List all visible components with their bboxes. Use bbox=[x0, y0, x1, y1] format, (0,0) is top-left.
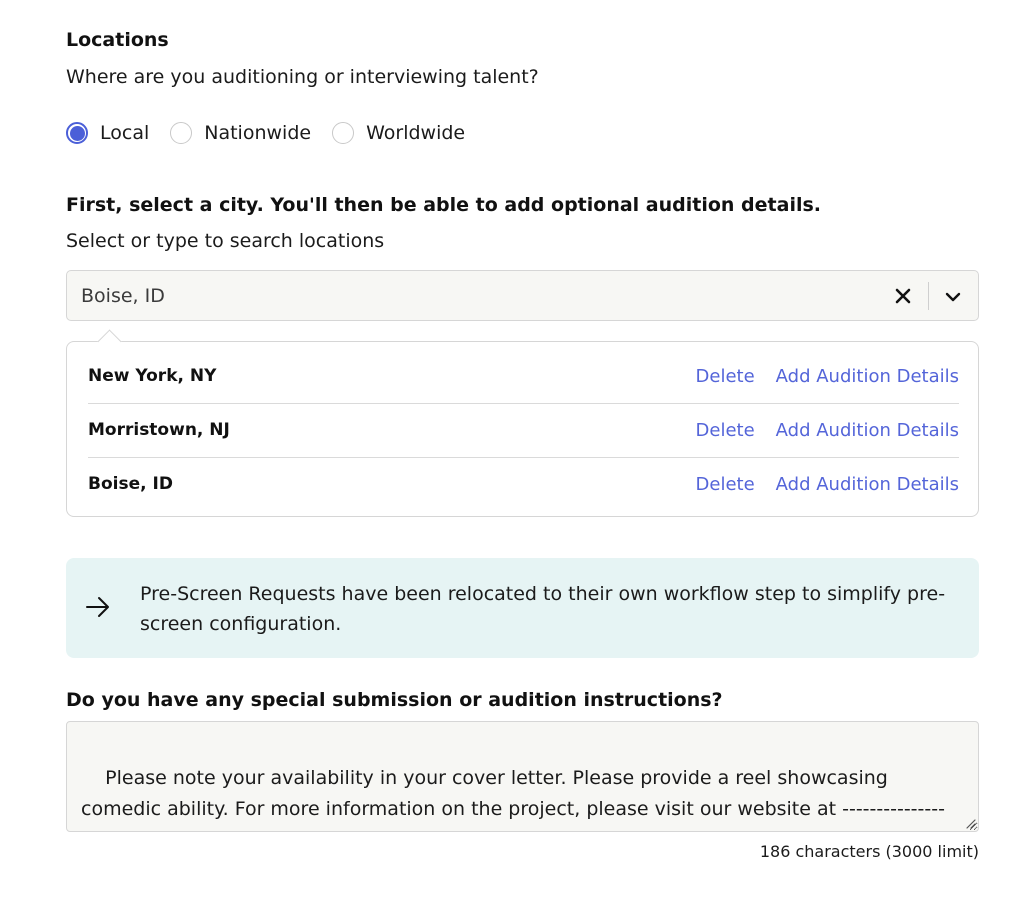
add-audition-details-link[interactable]: Add Audition Details bbox=[776, 420, 959, 441]
location-select-value[interactable]: Boise, ID bbox=[81, 285, 165, 307]
radio-label: Local bbox=[100, 122, 150, 144]
delete-location-link[interactable]: Delete bbox=[696, 474, 755, 495]
location-actions: Delete Add Audition Details bbox=[696, 420, 959, 441]
location-name: Morristown, NJ bbox=[88, 420, 230, 440]
add-audition-details-link[interactable]: Add Audition Details bbox=[776, 366, 959, 387]
instructions-heading: Do you have any special submission or au… bbox=[66, 689, 723, 711]
info-banner: Pre-Screen Requests have been relocated … bbox=[66, 558, 979, 658]
radio-label: Worldwide bbox=[366, 122, 466, 144]
radio-unchecked-icon[interactable] bbox=[332, 122, 355, 144]
radio-unchecked-icon[interactable] bbox=[170, 122, 193, 144]
list-item: Morristown, NJ Delete Add Audition Detai… bbox=[88, 403, 959, 458]
location-name: New York, NY bbox=[88, 366, 217, 386]
location-name: Boise, ID bbox=[88, 474, 173, 494]
clear-icon[interactable] bbox=[894, 287, 912, 305]
delete-location-link[interactable]: Delete bbox=[696, 420, 755, 441]
list-item: Boise, ID Delete Add Audition Details bbox=[88, 457, 959, 511]
location-scope-radio-group: Local Nationwide Worldwide bbox=[66, 122, 486, 144]
location-actions: Delete Add Audition Details bbox=[696, 474, 959, 495]
section-title: Locations bbox=[66, 29, 169, 51]
list-item: New York, NY Delete Add Audition Details bbox=[88, 349, 959, 404]
selected-locations-list: New York, NY Delete Add Audition Details… bbox=[66, 329, 979, 517]
radio-option-worldwide[interactable]: Worldwide bbox=[332, 122, 465, 144]
arrow-right-icon bbox=[86, 597, 109, 617]
radio-option-nationwide[interactable]: Nationwide bbox=[170, 122, 311, 144]
city-heading: First, select a city. You'll then be abl… bbox=[66, 194, 821, 216]
character-count: 186 characters (3000 limit) bbox=[759, 842, 979, 861]
radio-option-local[interactable]: Local bbox=[66, 122, 149, 144]
instructions-textarea[interactable]: Please note your availability in your co… bbox=[66, 721, 979, 832]
radio-checked-icon[interactable] bbox=[66, 122, 88, 144]
info-banner-text: Pre-Screen Requests have been relocated … bbox=[140, 583, 946, 635]
location-search-label: Select or type to search locations bbox=[66, 230, 385, 252]
delete-location-link[interactable]: Delete bbox=[696, 366, 755, 387]
locations-question: Where are you auditioning or interviewin… bbox=[66, 66, 539, 88]
select-divider bbox=[928, 282, 929, 310]
resize-handle-icon[interactable] bbox=[964, 817, 976, 829]
chevron-down-icon[interactable] bbox=[943, 287, 963, 307]
add-audition-details-link[interactable]: Add Audition Details bbox=[776, 474, 959, 495]
radio-label: Nationwide bbox=[204, 122, 312, 144]
location-select[interactable]: Boise, ID bbox=[66, 270, 979, 321]
instructions-text[interactable]: Please note your availability in your co… bbox=[81, 767, 945, 831]
location-actions: Delete Add Audition Details bbox=[696, 366, 959, 387]
